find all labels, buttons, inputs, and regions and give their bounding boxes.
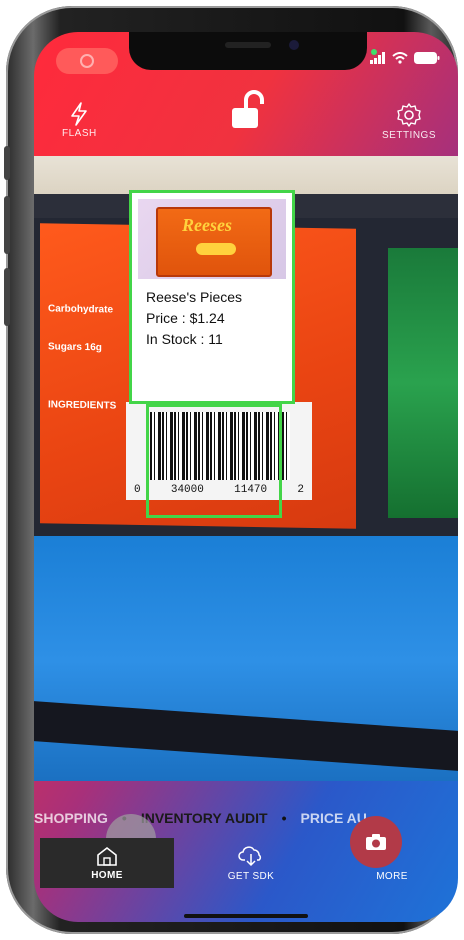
mute-switch	[4, 146, 10, 180]
product-stock: In Stock : 11	[146, 331, 223, 347]
lock-toggle[interactable]	[230, 90, 266, 130]
volume-up-button	[4, 196, 10, 254]
app-screen: FLASH SETTINGS Carbohydrate Sugars 16g I…	[34, 32, 458, 922]
nav-more[interactable]: MORE	[352, 838, 432, 888]
pack-brand-text: Reeses	[182, 215, 232, 235]
mode-inventory-audit[interactable]: INVENTORY AUDIT	[141, 810, 268, 826]
volume-down-button	[4, 268, 10, 326]
notch	[129, 32, 367, 70]
settings-button[interactable]: SETTINGS	[382, 102, 436, 141]
home-indicator	[184, 914, 308, 918]
camera-viewfinder[interactable]: Carbohydrate Sugars 16g INGREDIENTS 0 34…	[34, 156, 458, 781]
battery-icon	[414, 52, 440, 64]
nav-get-sdk-label: GET SDK	[227, 870, 275, 882]
status-icons	[370, 52, 440, 64]
phone-frame: FLASH SETTINGS Carbohydrate Sugars 16g I…	[4, 6, 458, 934]
recording-indicator	[56, 48, 118, 74]
mode-separator: •	[281, 810, 287, 826]
nav-home-label: HOME	[91, 869, 123, 881]
signal-icon	[370, 52, 385, 64]
nav-more-label: MORE	[376, 870, 408, 882]
settings-gear-icon	[397, 103, 421, 127]
download-cloud-icon	[238, 845, 262, 866]
flash-label: FLASH	[62, 128, 97, 139]
wifi-icon	[392, 52, 408, 64]
product-thumbnail: Reeses	[138, 199, 286, 279]
product-info-overlay[interactable]: Reeses Reese's Pieces Price : $1.24 In S…	[129, 190, 295, 404]
settings-label: SETTINGS	[382, 130, 437, 141]
mode-shopping[interactable]: SHOPPING	[34, 810, 108, 826]
product-name: Reese's Pieces	[146, 289, 243, 305]
home-icon	[97, 846, 117, 866]
barcode-digit-right: 2	[297, 484, 304, 496]
nav-get-sdk[interactable]: GET SDK	[206, 838, 296, 888]
barcode-detection-frame	[146, 404, 282, 518]
unlock-icon	[232, 90, 264, 128]
flash-icon	[71, 102, 88, 126]
product-price: Price : $1.24	[146, 310, 225, 326]
background-green-object	[388, 248, 458, 518]
bottom-navigation: HOME GET SDK MORE	[34, 814, 458, 922]
flash-toggle[interactable]: FLASH	[62, 102, 97, 139]
product-pack-image: Reeses	[156, 207, 272, 277]
barcode-digit-left: 0	[134, 484, 141, 496]
nav-home[interactable]: HOME	[40, 838, 174, 888]
